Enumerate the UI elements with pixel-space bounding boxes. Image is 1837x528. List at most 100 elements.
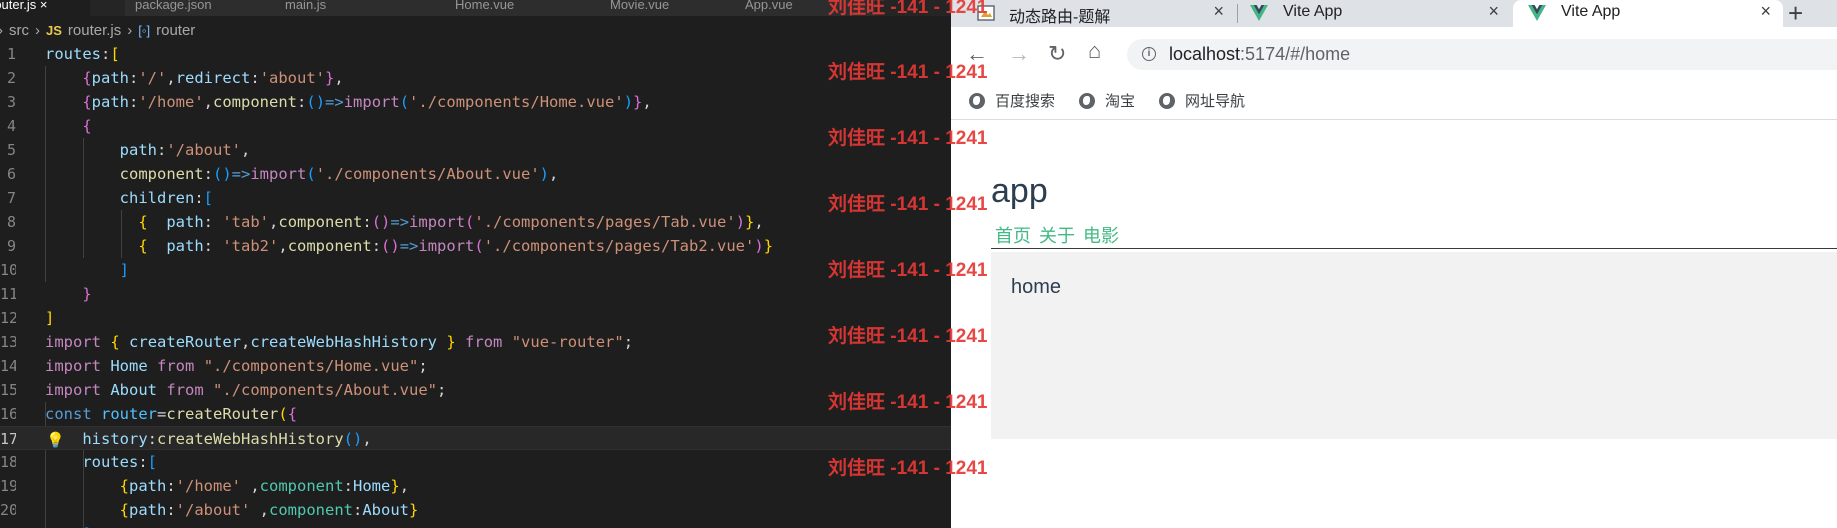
breadcrumb-folder[interactable]: src [9, 22, 29, 39]
code-text: component:()=>import('./components/About… [119, 165, 559, 183]
browser-tab-title: 动态路由-题解 [1009, 9, 1111, 26]
editor-tab-app-vue[interactable]: App.vue [735, 0, 876, 16]
globe-icon [969, 92, 985, 109]
new-tab-button[interactable]: + [1788, 0, 1803, 29]
editor-tab-package-json[interactable]: package.json [125, 0, 276, 16]
nav-link-about[interactable]: 关于 [1039, 226, 1075, 246]
home-icon[interactable]: ⌂ [1088, 38, 1101, 64]
code-line[interactable]: 21 ] [0, 522, 951, 528]
code-line[interactable]: 20 {path:'/about' ,component:About} [0, 498, 951, 522]
code-line[interactable]: 6 component:()=>import('./components/Abo… [0, 162, 951, 186]
site-info-icon[interactable]: i [1142, 47, 1156, 61]
code-text: import { createRouter,createWebHashHisto… [45, 333, 634, 351]
code-editor[interactable]: router.js × package.json main.js Home.vu… [0, 0, 951, 528]
code-line[interactable]: 15 import About from "./components/About.… [0, 378, 951, 402]
close-icon[interactable]: × [1760, 1, 1771, 22]
url-host: localhost [1169, 44, 1241, 64]
code-text: {path:'/home',component:()=>import('./co… [82, 93, 652, 111]
address-url[interactable]: localhost:5174/#/home [1169, 44, 1350, 65]
bookmark-baidu[interactable]: 百度搜索 [969, 90, 1055, 111]
code-line[interactable]: 9 { path: 'tab2',component:()=>import('.… [0, 234, 951, 258]
line-number: 20 [0, 501, 16, 519]
code-line[interactable]: 16 const router=createRouter({ [0, 402, 951, 426]
nav-link-movie[interactable]: 电影 [1083, 226, 1119, 246]
line-number: 8 [6, 213, 16, 231]
code-line[interactable]: 5 path:'/about', [0, 138, 951, 162]
vue-logo-icon [1250, 5, 1268, 21]
code-line[interactable]: 3 {path:'/home',component:()=>import('./… [0, 90, 951, 114]
code-line[interactable]: 13 import { createRouter,createWebHashHis… [0, 330, 951, 354]
bookmark-label: 淘宝 [1105, 93, 1136, 110]
bookmark-taobao[interactable]: 淘宝 [1079, 90, 1135, 111]
editor-tab-movie-vue[interactable]: Movie.vue [600, 0, 741, 16]
globe-icon [1079, 92, 1095, 109]
browser-toolbar: ← → ↻ ⌂ i localhost:5174/#/home [951, 27, 1837, 82]
variable-symbol-icon: [◦] [138, 22, 151, 38]
reload-icon[interactable]: ↻ [1048, 41, 1066, 67]
code-text: ] [45, 309, 55, 327]
browser-tab-title: Vite App [1283, 3, 1343, 20]
breadcrumb-symbol[interactable]: router [156, 22, 195, 39]
code-line[interactable]: 12] [0, 306, 951, 330]
line-number: 3 [6, 93, 16, 111]
chevron-right-icon: › [35, 21, 40, 39]
code-text: ] [45, 522, 91, 528]
code-text: history:createWebHashHistory(), [82, 430, 372, 448]
code-text: ] [119, 261, 129, 279]
close-icon[interactable]: × [1213, 1, 1224, 22]
forward-arrow-icon[interactable]: → [1008, 41, 1030, 67]
bookmarks-bar: 百度搜索 淘宝 网址导航 [951, 82, 1837, 120]
vue-logo-icon [1528, 5, 1546, 21]
code-line[interactable]: 19 {path:'/home' ,component:Home}, [0, 474, 951, 498]
code-text: routes:[ [45, 45, 120, 63]
browser-tab-1[interactable]: 动态路由-题解 × [951, 0, 1236, 27]
code-line[interactable]: 2 {path:'/',redirect:'about'}, [0, 66, 951, 90]
code-line[interactable]: 14 import Home from "./components/Home.vu… [0, 354, 951, 378]
line-number: 21 [0, 522, 16, 528]
code-text: { path: 'tab',component:()=>import('./co… [138, 213, 764, 231]
browser-window[interactable]: 动态路由-题解 × Vite App × Vite App × + ← → ↻ … [951, 0, 1837, 528]
browser-tab-title: Vite App [1561, 3, 1621, 20]
code-line[interactable]: 11 } [0, 282, 951, 306]
line-number: 5 [6, 141, 16, 159]
code-text: routes:[ [82, 453, 158, 471]
address-bar[interactable]: i localhost:5174/#/home [1127, 39, 1837, 70]
code-text: import Home from "./components/Home.vue"… [45, 357, 428, 375]
line-number: 18 [0, 453, 16, 471]
line-number: 19 [0, 477, 16, 495]
editor-tab-home-vue[interactable]: Home.vue [445, 0, 606, 16]
close-icon[interactable]: × [1488, 1, 1499, 22]
line-number: 2 [6, 69, 16, 87]
line-number: 1 [6, 45, 16, 63]
line-number: 7 [6, 189, 16, 207]
browser-tab-2[interactable]: Vite App × [1238, 0, 1511, 27]
code-text: { path: 'tab2',component:()=>import('./c… [138, 237, 774, 255]
divider [991, 248, 1837, 249]
back-arrow-icon[interactable]: ← [966, 41, 988, 67]
browser-tab-3-active[interactable]: Vite App × [1513, 0, 1783, 27]
code-line-current[interactable]: 17 💡 history:createWebHashHistory(), [0, 426, 951, 450]
line-number: 14 [0, 357, 16, 375]
editor-tab-main-js[interactable]: main.js [275, 0, 446, 16]
nav-link-home[interactable]: 首页 [995, 226, 1031, 246]
breadcrumb[interactable]: › src › JS router.js › [◦] router [0, 18, 951, 42]
code-line[interactable]: 8 { path: 'tab',component:()=>import('./… [0, 210, 951, 234]
editor-tab-label: main.js [285, 0, 327, 12]
code-text: { [82, 117, 92, 135]
code-text: const router=createRouter({ [45, 405, 298, 423]
code-line[interactable]: 7 children:[ [0, 186, 951, 210]
browser-tab-strip: 动态路由-题解 × Vite App × Vite App × + [951, 0, 1837, 29]
editor-tab-router-js[interactable]: router.js × [0, 0, 91, 16]
code-line[interactable]: 18 routes:[ [0, 450, 951, 474]
code-line[interactable]: 4 { [0, 114, 951, 138]
globe-icon [1159, 92, 1175, 109]
code-text: {path:'/home' ,component:Home}, [119, 477, 410, 495]
code-line[interactable]: 1 routes:[ [0, 42, 951, 66]
code-line[interactable]: 10 ] [0, 258, 951, 282]
code-text: import About from "./components/About.vu… [45, 381, 447, 399]
bookmark-nav[interactable]: 网址导航 [1159, 90, 1245, 111]
breadcrumb-file[interactable]: router.js [68, 22, 121, 39]
chevron-right-icon: › [127, 21, 133, 39]
editor-tab-strip: router.js × package.json main.js Home.vu… [0, 0, 951, 16]
close-icon[interactable]: × [40, 0, 48, 12]
